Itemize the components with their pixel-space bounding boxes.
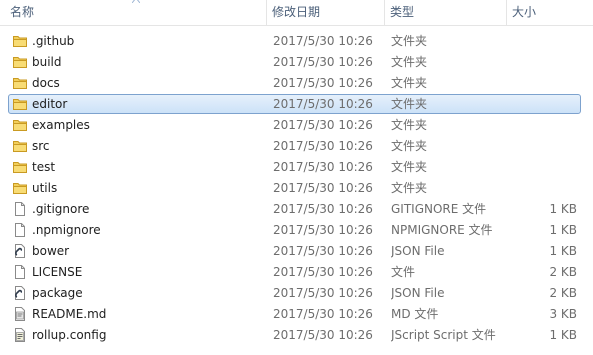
file-size: 1 KB	[549, 244, 577, 258]
file-name: test	[32, 160, 56, 174]
file-date: 2017/5/30 10:26	[273, 160, 373, 174]
file-size: 2 KB	[549, 286, 577, 300]
file-row[interactable]: README.md 2017/5/30 10:26 MD 文件 3 KB	[0, 304, 593, 325]
folder-icon	[12, 180, 28, 196]
file-name: package	[32, 286, 83, 300]
file-date: 2017/5/30 10:26	[273, 76, 373, 90]
file-row[interactable]: .gitignore 2017/5/30 10:26 GITIGNORE 文件 1 K…	[0, 199, 593, 220]
file-date: 2017/5/30 10:26	[273, 97, 373, 111]
file-name: .gitignore	[32, 202, 90, 216]
json-file-icon	[12, 243, 28, 259]
file-row[interactable]: .github 2017/5/30 10:26 文件夹	[0, 31, 593, 52]
file-size: 1 KB	[549, 223, 577, 237]
column-header-name[interactable]: 名称	[5, 0, 267, 25]
file-size	[507, 31, 577, 52]
file-date: 2017/5/30 10:26	[273, 34, 373, 48]
file-date: 2017/5/30 10:26	[273, 202, 373, 216]
file-icon	[12, 222, 28, 238]
file-name: LICENSE	[32, 265, 83, 279]
folder-icon	[12, 54, 28, 70]
file-type: 文件夹	[391, 181, 428, 195]
file-type: 文件	[391, 265, 416, 279]
file-size	[507, 94, 577, 115]
file-list: .github 2017/5/30 10:26 文件夹 build 2017/5/30 …	[0, 31, 593, 346]
script-file-icon	[12, 327, 28, 343]
file-type: 文件夹	[391, 118, 428, 132]
file-name: examples	[32, 118, 90, 132]
folder-icon	[12, 33, 28, 49]
file-size	[507, 157, 577, 178]
file-type: 文件夹	[391, 34, 428, 48]
file-date: 2017/5/30 10:26	[273, 328, 373, 342]
file-date: 2017/5/30 10:26	[273, 55, 373, 69]
file-size	[507, 136, 577, 157]
file-row[interactable]: rollup.config 2017/5/30 10:26 JScript Scri…	[0, 325, 593, 346]
file-type: 文件夹	[391, 76, 428, 90]
file-row[interactable]: .npmignore 2017/5/30 10:26 NPMIGNORE 文件 1 K…	[0, 220, 593, 241]
file-date: 2017/5/30 10:26	[273, 139, 373, 153]
folder-icon	[12, 96, 28, 112]
folder-icon	[12, 117, 28, 133]
file-date: 2017/5/30 10:26	[273, 181, 373, 195]
file-row[interactable]: examples 2017/5/30 10:26 文件夹	[0, 115, 593, 136]
file-row[interactable]: editor 2017/5/30 10:26 文件夹	[0, 94, 593, 115]
folder-icon	[12, 159, 28, 175]
file-type: 文件夹	[391, 97, 428, 111]
file-row[interactable]: src 2017/5/30 10:26 文件夹	[0, 136, 593, 157]
file-name: bower	[32, 244, 70, 258]
file-size: 2 KB	[549, 265, 577, 279]
file-type: 文件夹	[391, 160, 428, 174]
file-name: utils	[32, 181, 58, 195]
file-type: JSON File	[391, 244, 445, 258]
file-size	[507, 73, 577, 94]
file-type: 文件夹	[391, 55, 428, 69]
file-row[interactable]: package 2017/5/30 10:26 JSON File 2 KB	[0, 283, 593, 304]
file-size: 1 KB	[549, 328, 577, 342]
file-name: src	[32, 139, 50, 153]
file-date: 2017/5/30 10:26	[273, 307, 373, 321]
column-header-type[interactable]: 类型	[385, 0, 507, 25]
file-date: 2017/5/30 10:26	[273, 265, 373, 279]
file-name: README.md	[32, 307, 107, 321]
column-header-bar: 名称 修改日期 类型 大小	[0, 0, 593, 26]
json-file-icon	[12, 285, 28, 301]
file-row[interactable]: utils 2017/5/30 10:26 文件夹	[0, 178, 593, 199]
file-row[interactable]: bower 2017/5/30 10:26 JSON File 1 KB	[0, 241, 593, 262]
file-type: JScript Script 文件	[391, 328, 496, 342]
file-icon	[12, 201, 28, 217]
file-date: 2017/5/30 10:26	[273, 118, 373, 132]
file-row[interactable]: LICENSE 2017/5/30 10:26 文件 2 KB	[0, 262, 593, 283]
file-name: build	[32, 55, 62, 69]
file-type: 文件夹	[391, 139, 428, 153]
markdown-file-icon	[12, 306, 28, 322]
file-name: editor	[32, 97, 68, 111]
file-size	[507, 115, 577, 136]
folder-icon	[12, 75, 28, 91]
file-name: docs	[32, 76, 60, 90]
file-name: .npmignore	[32, 223, 101, 237]
file-date: 2017/5/30 10:26	[273, 223, 373, 237]
file-name: .github	[32, 34, 75, 48]
file-date: 2017/5/30 10:26	[273, 244, 373, 258]
file-row[interactable]: build 2017/5/30 10:26 文件夹	[0, 52, 593, 73]
file-size: 1 KB	[549, 202, 577, 216]
file-size	[507, 178, 577, 199]
file-date: 2017/5/30 10:26	[273, 286, 373, 300]
file-icon	[12, 264, 28, 280]
file-size: 3 KB	[549, 307, 577, 321]
column-header-size[interactable]: 大小	[507, 0, 593, 25]
file-type: NPMIGNORE 文件	[391, 223, 493, 237]
file-row[interactable]: docs 2017/5/30 10:26 文件夹	[0, 73, 593, 94]
file-name: rollup.config	[32, 328, 107, 342]
folder-icon	[12, 138, 28, 154]
column-header-date[interactable]: 修改日期	[267, 0, 385, 25]
file-type: GITIGNORE 文件	[391, 202, 487, 216]
file-size	[507, 52, 577, 73]
file-row[interactable]: test 2017/5/30 10:26 文件夹	[0, 157, 593, 178]
file-type: MD 文件	[391, 307, 439, 321]
file-type: JSON File	[391, 286, 445, 300]
